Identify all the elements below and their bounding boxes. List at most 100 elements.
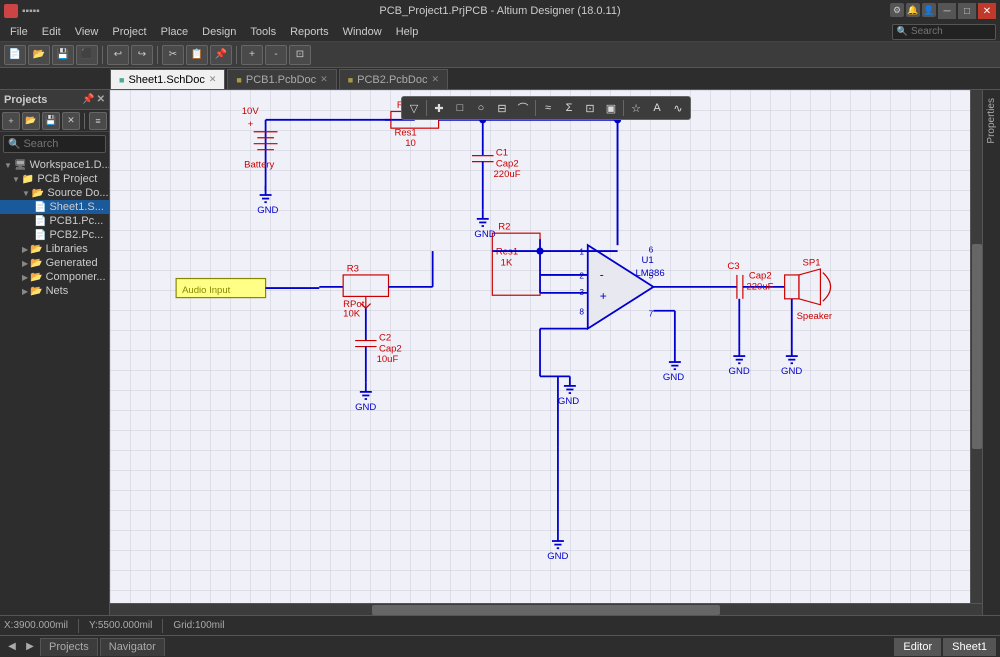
project-icon: 📁 — [22, 174, 34, 185]
tree-components[interactable]: ▶ 📂 Componer... — [0, 270, 109, 284]
sch-text[interactable]: A — [647, 99, 667, 117]
status-sep2 — [162, 619, 163, 633]
sch-filter[interactable]: ▽ — [404, 99, 424, 117]
notif-icon[interactable]: 🔔 — [906, 3, 920, 17]
tab-sheet1[interactable]: ■ Sheet1.SchDoc ✕ — [110, 69, 225, 89]
menu-window[interactable]: Window — [337, 24, 388, 40]
sch-add-circle[interactable]: ○ — [471, 99, 491, 117]
source-label: Source Do... — [47, 187, 108, 199]
menu-tools[interactable]: Tools — [244, 24, 282, 40]
bt-nav-right[interactable]: ▶ — [22, 639, 38, 655]
panel-search-box[interactable]: 🔍 — [3, 135, 106, 153]
minimize-button[interactable]: ─ — [938, 3, 956, 19]
bottom-tab-projects[interactable]: Projects — [40, 638, 98, 656]
tb-copy[interactable]: 📋 — [186, 45, 208, 65]
panel-search-input[interactable] — [23, 138, 93, 150]
tree-nets[interactable]: ▶ 📂 Nets — [0, 284, 109, 298]
tab-pcb1-close[interactable]: ✕ — [320, 74, 328, 85]
tb-cut[interactable]: ✂ — [162, 45, 184, 65]
tree-pcb2[interactable]: 📄 PCB2.Pc... — [0, 228, 109, 242]
sch-add-wire[interactable]: ✚ — [429, 99, 449, 117]
schematic-canvas[interactable]: ▽ ✚ □ ○ ⊟ ⌒ ≈ Σ ⊡ ▣ ☆ A ∿ .wire { stroke… — [110, 90, 982, 615]
tree-workspace[interactable]: ▼ 🖥 Workspace1.D... — [0, 158, 109, 172]
tree-generated[interactable]: ▶ 📂 Generated — [0, 256, 109, 270]
right-panel: Properties — [982, 90, 1000, 615]
menu-place[interactable]: Place — [155, 24, 195, 40]
main-layout: Projects 📌 ✕ + 📂 💾 ✕ ≡ 🔍 ▼ 🖥 Workspace1.… — [0, 90, 1000, 615]
settings-icon[interactable]: ⚙ — [890, 3, 904, 17]
tb-undo[interactable]: ↩ — [107, 45, 129, 65]
nets-label: Nets — [46, 285, 69, 297]
tree-pcb1[interactable]: 📄 PCB1.Pc... — [0, 214, 109, 228]
horizontal-scrollbar[interactable] — [110, 603, 982, 615]
tb-zoom-out[interactable]: - — [265, 45, 287, 65]
tree-source[interactable]: ▼ 📂 Source Do... — [0, 186, 109, 200]
tree-sheet1[interactable]: 📄 Sheet1.S... — [0, 200, 109, 214]
tree-project[interactable]: ▼ 📁 PCB Project — [0, 172, 109, 186]
tb-zoom-in[interactable]: + — [241, 45, 263, 65]
menu-reports[interactable]: Reports — [284, 24, 335, 40]
bottom-tab-navigator[interactable]: Navigator — [100, 638, 165, 656]
maximize-button[interactable]: □ — [958, 3, 976, 19]
sheet1-icon: 📄 — [34, 202, 46, 213]
tb-new[interactable]: 📄 — [4, 45, 26, 65]
tab-sheet1-close[interactable]: ✕ — [209, 74, 217, 85]
vertical-scrollbar[interactable] — [970, 90, 982, 603]
tree-libraries[interactable]: ▶ 📂 Libraries — [0, 242, 109, 256]
menu-help[interactable]: Help — [390, 24, 425, 40]
app-title: PCB_Project1.PrjPCB - Altium Designer (1… — [379, 5, 620, 17]
panel-close-btn[interactable]: ✕ — [97, 94, 105, 105]
global-search[interactable] — [911, 26, 991, 37]
pt-expand[interactable]: ≡ — [89, 112, 107, 130]
svg-text:+: + — [600, 289, 607, 303]
pt-save[interactable]: 💾 — [42, 112, 60, 130]
sch-add-line[interactable]: ⊟ — [492, 99, 512, 117]
tb-open[interactable]: 📂 — [28, 45, 50, 65]
pcb1-icon: 📄 — [34, 216, 46, 227]
sch-add-rect[interactable]: □ — [450, 99, 470, 117]
tri-libraries: ▶ — [22, 245, 28, 254]
panel-pin-btn[interactable]: 📌 — [82, 94, 94, 105]
sch-probe[interactable]: ∿ — [668, 99, 688, 117]
sch-bus[interactable]: ≈ — [538, 99, 558, 117]
svg-text:10uF: 10uF — [377, 354, 399, 365]
pcb1-label: PCB1.Pc... — [49, 215, 103, 227]
svg-text:R3: R3 — [347, 263, 359, 274]
sch-comp[interactable]: ☆ — [626, 99, 646, 117]
bottom-tab-sheet1[interactable]: Sheet1 — [943, 638, 996, 656]
svg-text:Battery: Battery — [244, 160, 274, 171]
pt-open[interactable]: 📂 — [22, 112, 40, 130]
tab-pcb2-close[interactable]: ✕ — [431, 74, 439, 85]
tab-pcb1[interactable]: ■ PCB1.PcbDoc ✕ — [227, 69, 336, 89]
close-button[interactable]: ✕ — [978, 3, 996, 19]
menu-design[interactable]: Design — [196, 24, 242, 40]
components-label: Componer... — [46, 271, 106, 283]
svg-text:Cap2: Cap2 — [749, 271, 772, 282]
status-sep1 — [78, 619, 79, 633]
bt-nav-left[interactable]: ◀ — [4, 639, 20, 655]
sch-power[interactable]: Σ — [559, 99, 579, 117]
menu-file[interactable]: File — [4, 24, 34, 40]
sch-net[interactable]: ⊡ — [580, 99, 600, 117]
menu-view[interactable]: View — [69, 24, 105, 40]
sch-add-curve[interactable]: ⌒ — [513, 99, 533, 117]
tb-save[interactable]: 💾 — [52, 45, 74, 65]
menu-edit[interactable]: Edit — [36, 24, 67, 40]
sch-port[interactable]: ▣ — [601, 99, 621, 117]
pt-new[interactable]: + — [2, 112, 20, 130]
svg-text:Speaker: Speaker — [797, 311, 833, 322]
libraries-label: Libraries — [46, 243, 88, 255]
tb-paste[interactable]: 📌 — [210, 45, 232, 65]
vertical-scrollbar-thumb[interactable] — [972, 244, 982, 449]
tb-save-all[interactable]: ⬛ — [76, 45, 98, 65]
tb-sep2 — [157, 46, 158, 64]
pt-close[interactable]: ✕ — [62, 112, 80, 130]
properties-label[interactable]: Properties — [986, 94, 997, 148]
tb-zoom-fit[interactable]: ⊡ — [289, 45, 311, 65]
menu-project[interactable]: Project — [106, 24, 152, 40]
bottom-tab-editor[interactable]: Editor — [894, 638, 941, 656]
tab-pcb2[interactable]: ■ PCB2.PcbDoc ✕ — [339, 69, 448, 89]
tb-redo[interactable]: ↪ — [131, 45, 153, 65]
horizontal-scrollbar-thumb[interactable] — [372, 605, 721, 615]
user-icon[interactable]: 👤 — [922, 3, 936, 17]
